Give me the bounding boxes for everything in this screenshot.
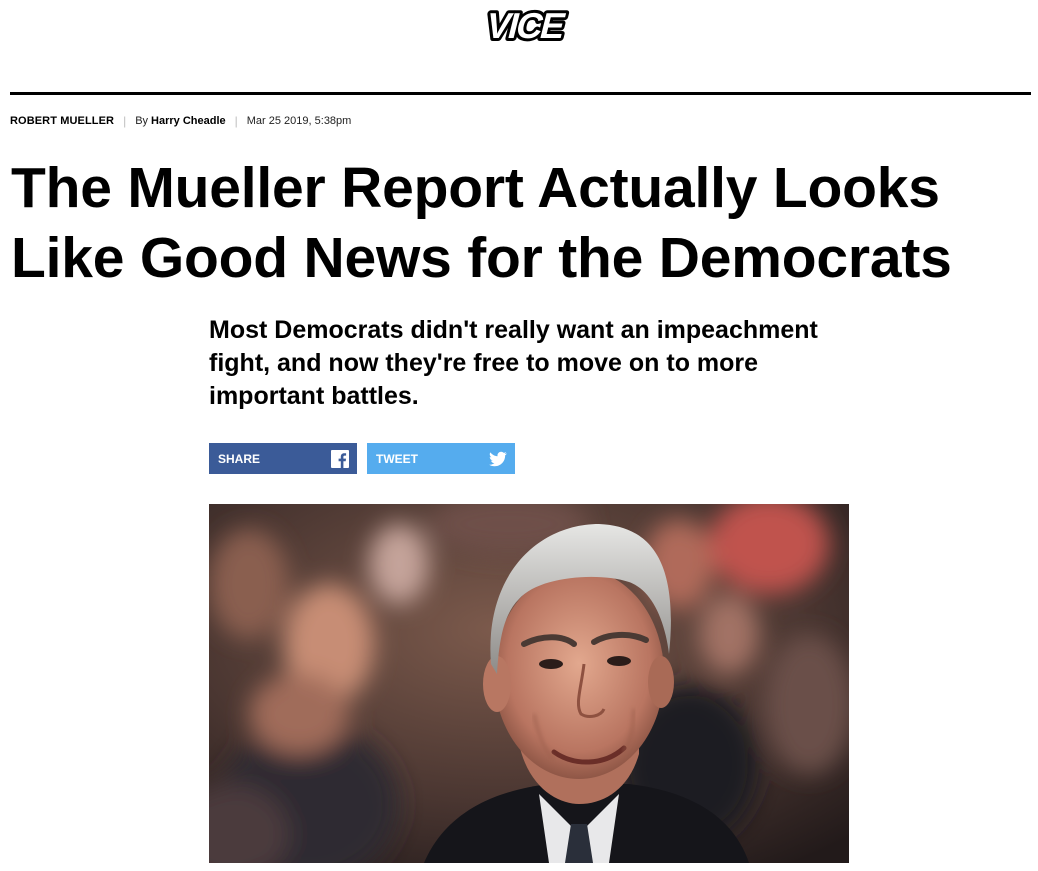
byline-prefix: By bbox=[135, 115, 149, 127]
author-link[interactable]: Harry Cheadle bbox=[151, 115, 226, 127]
article-dek: Most Democrats didn't really want an imp… bbox=[209, 316, 818, 410]
topic-tag-link[interactable]: ROBERT MUELLER bbox=[10, 115, 114, 127]
article-headline: The Mueller Report Actually Looks Like G… bbox=[11, 156, 952, 290]
facebook-share-label: SHARE bbox=[218, 451, 261, 466]
twitter-share-button[interactable]: TWEET bbox=[367, 443, 515, 474]
hero-photo bbox=[209, 504, 849, 863]
meta-separator: | bbox=[123, 114, 127, 128]
share-buttons: SHARE TWEET bbox=[209, 443, 515, 474]
facebook-icon bbox=[331, 449, 349, 468]
twitter-icon bbox=[489, 451, 507, 466]
vice-logo-icon: VICE VICE bbox=[479, 3, 572, 46]
svg-text:VICE: VICE bbox=[482, 6, 569, 46]
publish-date: Mar 25 2019, 5:38pm bbox=[246, 115, 352, 127]
facebook-share-button[interactable]: SHARE bbox=[209, 443, 357, 474]
article-page: VICE VICE ROBERT MUELLER | By Harry Chea… bbox=[0, 0, 1038, 871]
header-divider bbox=[10, 92, 1031, 95]
twitter-share-label: TWEET bbox=[376, 451, 418, 466]
hero-image bbox=[209, 504, 849, 863]
site-header: VICE VICE bbox=[0, 0, 1038, 80]
vice-logo[interactable]: VICE VICE bbox=[455, 2, 585, 46]
meta-separator: | bbox=[234, 114, 238, 128]
article-meta: ROBERT MUELLER | By Harry Cheadle | Mar … bbox=[10, 113, 351, 129]
